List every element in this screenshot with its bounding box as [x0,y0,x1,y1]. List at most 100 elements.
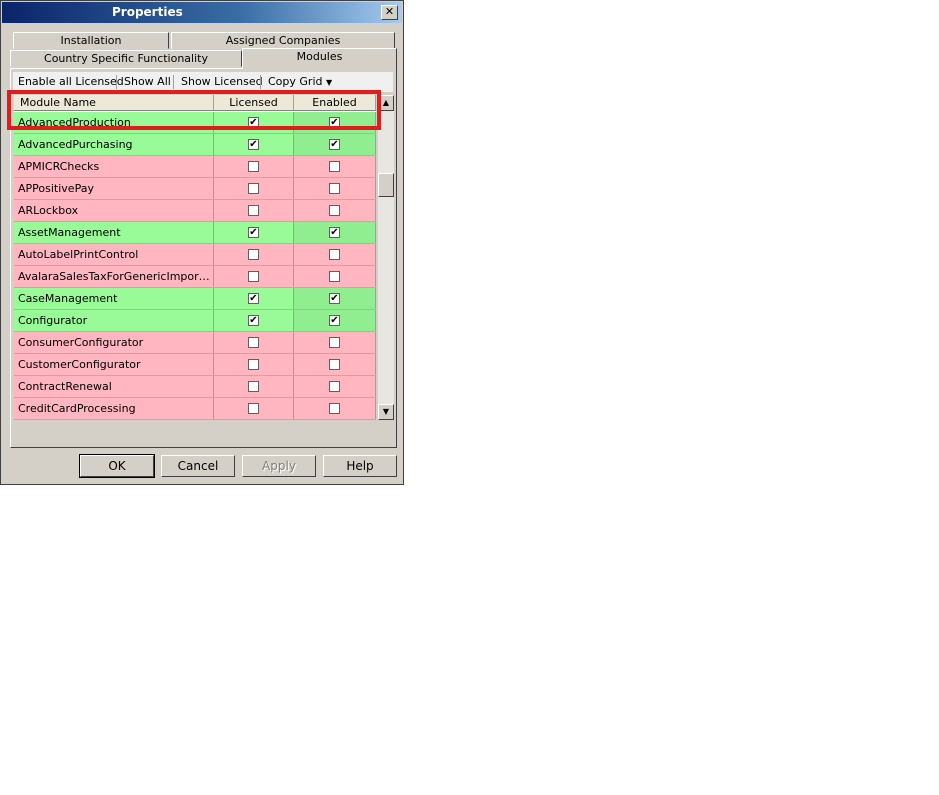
table-row[interactable]: AdvancedPurchasing ✔ ✔ [14,134,376,156]
licensed-checkbox[interactable] [248,381,259,392]
licensed-checkbox[interactable] [248,249,259,260]
module-name-cell: AutoLabelPrintControl [14,244,214,265]
enabled-checkbox[interactable] [329,359,340,370]
table-row[interactable]: AssetManagement ✔ ✔ [14,222,376,244]
enabled-checkbox[interactable]: ✔ [329,227,340,238]
module-name-cell: AvalaraSalesTaxForGenericImportProc... [14,266,214,287]
module-name-cell: AdvancedProduction [14,112,214,133]
enabled-checkbox[interactable]: ✔ [329,293,340,304]
vertical-scrollbar[interactable]: ▲ ▼ [378,95,394,420]
enabled-cell [294,332,376,353]
enabled-cell [294,178,376,199]
check-mark-icon: ✔ [249,293,258,304]
table-row[interactable]: ContractRenewal [14,376,376,398]
module-name-cell: APMICRChecks [14,156,214,177]
enabled-checkbox[interactable] [329,183,340,194]
copy-grid-button[interactable]: Copy Grid ▼ [268,75,332,89]
tab-country-specific-functionality[interactable]: Country Specific Functionality [10,50,242,67]
toolbar-separator [260,75,261,89]
scroll-down-button[interactable]: ▼ [378,404,394,420]
toolbar-separator [173,75,174,89]
module-name-cell: APPositivePay [14,178,214,199]
enabled-checkbox[interactable] [329,403,340,414]
licensed-cell: ✔ [214,134,294,155]
modules-grid: Module Name Licensed Enabled AdvancedPro… [14,95,376,420]
table-row[interactable]: Configurator ✔ ✔ [14,310,376,332]
window-title: Properties [112,5,183,19]
enabled-checkbox[interactable] [329,381,340,392]
tab-modules[interactable]: Modules [242,48,397,69]
enabled-checkbox[interactable] [329,161,340,172]
licensed-cell [214,398,294,419]
licensed-cell [214,178,294,199]
licensed-checkbox[interactable] [248,183,259,194]
apply-button[interactable]: Apply [242,455,316,477]
enabled-checkbox[interactable]: ✔ [329,139,340,150]
table-row[interactable]: APMICRChecks [14,156,376,178]
licensed-checkbox[interactable] [248,337,259,348]
enabled-cell [294,398,376,419]
table-row[interactable]: AutoLabelPrintControl [14,244,376,266]
licensed-checkbox[interactable] [248,359,259,370]
scroll-up-button[interactable]: ▲ [378,95,394,111]
table-row[interactable]: CreditCardProcessing [14,398,376,420]
dropdown-arrow-icon: ▼ [325,78,333,87]
enabled-checkbox[interactable]: ✔ [329,315,340,326]
licensed-cell [214,156,294,177]
column-header-enabled[interactable]: Enabled [294,95,376,111]
licensed-checkbox[interactable] [248,205,259,216]
licensed-checkbox[interactable]: ✔ [248,139,259,150]
cancel-button[interactable]: Cancel [161,455,235,477]
column-header-module-name[interactable]: Module Name [14,95,214,111]
module-name-cell: AssetManagement [14,222,214,243]
enabled-checkbox[interactable]: ✔ [329,117,340,128]
enabled-cell: ✔ [294,112,376,133]
show-all-button[interactable]: Show All [124,75,171,89]
module-name-cell: CustomerConfigurator [14,354,214,375]
licensed-checkbox[interactable] [248,161,259,172]
table-row[interactable]: AvalaraSalesTaxForGenericImportProc... [14,266,376,288]
licensed-cell: ✔ [214,288,294,309]
module-name-cell: Configurator [14,310,214,331]
module-name-cell: ContractRenewal [14,376,214,397]
enabled-cell [294,244,376,265]
table-row[interactable]: ConsumerConfigurator [14,332,376,354]
enabled-checkbox[interactable] [329,271,340,282]
close-button[interactable]: ✕ [381,5,398,20]
module-name-cell: CaseManagement [14,288,214,309]
enabled-checkbox[interactable] [329,249,340,260]
licensed-cell: ✔ [214,310,294,331]
licensed-checkbox[interactable]: ✔ [248,293,259,304]
check-mark-icon: ✔ [249,227,258,238]
scroll-thumb[interactable] [378,173,394,197]
licensed-checkbox[interactable]: ✔ [248,227,259,238]
enabled-cell: ✔ [294,310,376,331]
licensed-cell [214,332,294,353]
enabled-checkbox[interactable] [329,337,340,348]
table-row[interactable]: AdvancedProduction ✔ ✔ [14,112,376,134]
enabled-cell [294,200,376,221]
licensed-checkbox[interactable]: ✔ [248,315,259,326]
table-row[interactable]: CustomerConfigurator [14,354,376,376]
help-button[interactable]: Help [323,455,397,477]
properties-dialog: Properties ✕ Installation Assigned Compa… [0,0,404,485]
grid-toolbar: Enable all Licensed Show All Show Licens… [13,72,393,92]
licensed-checkbox[interactable]: ✔ [248,117,259,128]
licensed-checkbox[interactable] [248,403,259,414]
table-row[interactable]: APPositivePay [14,178,376,200]
table-row[interactable]: ARLockbox [14,200,376,222]
tab-assigned-companies[interactable]: Assigned Companies [171,32,395,49]
show-licensed-button[interactable]: Show Licensed [181,75,263,89]
ok-button[interactable]: OK [79,454,155,478]
check-mark-icon: ✔ [249,315,258,326]
module-name-cell: AdvancedPurchasing [14,134,214,155]
enable-all-licensed-button[interactable]: Enable all Licensed [18,75,124,89]
licensed-checkbox[interactable] [248,271,259,282]
module-name-cell: ConsumerConfigurator [14,332,214,353]
check-mark-icon: ✔ [330,293,339,304]
column-header-licensed[interactable]: Licensed [214,95,294,111]
table-row[interactable]: CaseManagement ✔ ✔ [14,288,376,310]
enabled-checkbox[interactable] [329,205,340,216]
licensed-cell: ✔ [214,112,294,133]
tab-installation[interactable]: Installation [13,32,169,49]
